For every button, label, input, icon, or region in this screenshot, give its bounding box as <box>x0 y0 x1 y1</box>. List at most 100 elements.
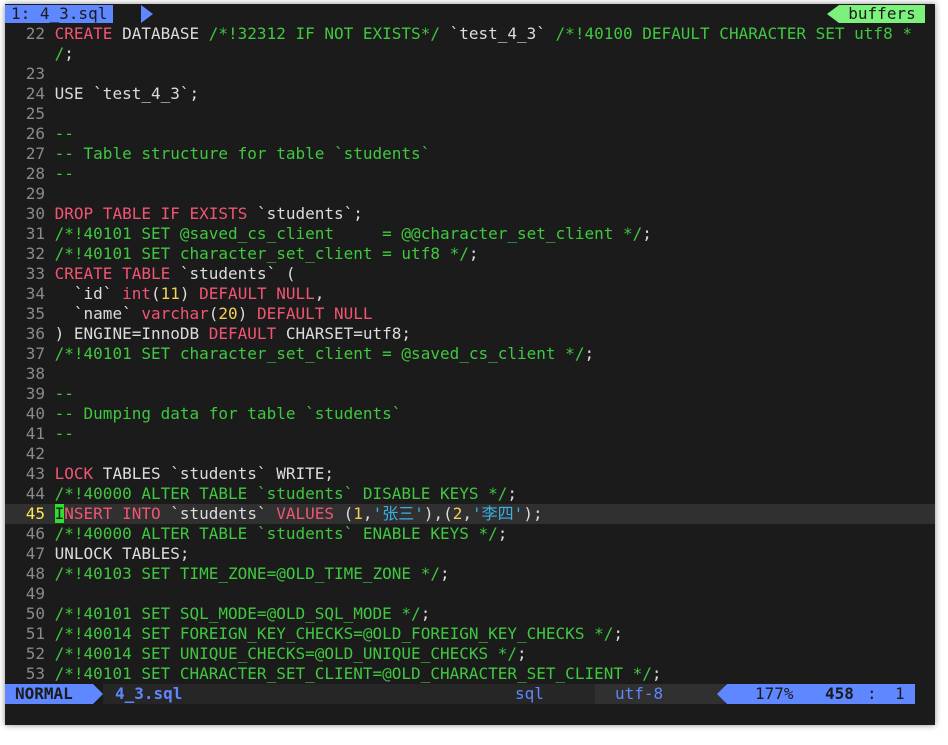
code-token: DATABASE <box>112 24 209 43</box>
code-token: DEFAULT <box>256 304 325 323</box>
code-line[interactable]: 31 /*!40101 SET @saved_cs_client = @@cha… <box>5 224 935 244</box>
mode-indicator: NORMAL <box>5 684 93 704</box>
code-token: ),( <box>423 504 453 523</box>
code-token: DEFAULT <box>208 324 277 343</box>
code-line[interactable]: 50 /*!40101 SET SQL_MODE=@OLD_SQL_MODE *… <box>5 604 935 624</box>
code-line[interactable]: 53 /*!40101 SET CHARACTER_SET_CLIENT=@OL… <box>5 664 935 684</box>
tab-separator-arrow <box>141 5 153 23</box>
code-line[interactable]: 34 `id` int(11) DEFAULT NULL, <box>5 284 935 304</box>
code-line[interactable]: 52 /*!40014 SET UNIQUE_CHECKS=@OLD_UNIQU… <box>5 644 935 664</box>
code-line[interactable]: 30 DROP TABLE IF EXISTS `students`; <box>5 204 935 224</box>
code-line[interactable]: 38 <box>5 364 935 384</box>
line-number: 38 <box>25 364 45 383</box>
line-number: 44 <box>25 484 45 503</box>
code-line[interactable]: 44 /*!40000 ALTER TABLE `students` DISAB… <box>5 484 935 504</box>
code-line[interactable]: 46 /*!40000 ALTER TABLE `students` ENABL… <box>5 524 935 544</box>
code-token: `test_4_3` <box>439 24 556 43</box>
code-token: , <box>314 284 325 303</box>
line-number: 53 <box>25 664 45 683</box>
code-line[interactable]: 35 `name` varchar(20) DEFAULT NULL <box>5 304 935 324</box>
code-token: /*!40014 SET FOREIGN_KEY_CHECKS=@OLD_FOR… <box>54 624 614 643</box>
code-line[interactable]: 47 UNLOCK TABLES; <box>5 544 935 564</box>
code-token: /*!40101 SET SQL_MODE=@OLD_SQL_MODE */ <box>54 604 421 623</box>
code-token: 1 <box>353 504 363 523</box>
code-line[interactable]: /; <box>5 44 935 64</box>
code-token: VALUES <box>276 504 335 523</box>
code-token: /*!40101 SET character_set_client = @sav… <box>54 344 585 363</box>
line-number: 24 <box>25 84 45 103</box>
code-line[interactable]: 23 <box>5 64 935 84</box>
code-token: DROP <box>54 204 94 223</box>
code-token: ) <box>237 304 257 323</box>
code-line[interactable]: 40 -- Dumping data for table `students` <box>5 404 935 424</box>
code-token: ; <box>439 564 450 583</box>
code-line[interactable]: 37 /*!40101 SET character_set_client = @… <box>5 344 935 364</box>
line-number: 51 <box>25 624 45 643</box>
code-token: ) <box>179 284 200 303</box>
line-number: 34 <box>25 284 45 303</box>
buffers-label[interactable]: buffers <box>839 5 925 23</box>
code-token: /*!40014 SET UNIQUE_CHECKS=@OLD_UNIQUE_C… <box>54 644 518 663</box>
code-line[interactable]: 32 /*!40101 SET character_set_client = u… <box>5 244 935 264</box>
code-line[interactable]: 27 -- Table structure for table `student… <box>5 144 935 164</box>
line-number: 47 <box>25 544 45 563</box>
code-token: int <box>122 284 151 303</box>
code-token: ( <box>150 284 161 303</box>
code-line[interactable]: 33 CREATE TABLE `students` ( <box>5 264 935 284</box>
code-line-current[interactable]: 45 INSERT INTO `students` VALUES (1,'张三'… <box>5 504 935 524</box>
code-line[interactable]: 41 -- <box>5 424 935 444</box>
line-number: 30 <box>25 204 45 223</box>
vim-window[interactable]: 1: 4_3.sql buffers 22 CREATE DATABASE /*… <box>5 4 935 725</box>
line-number: 39 <box>25 384 45 403</box>
code-token: ; <box>613 624 623 643</box>
line-number: 26 <box>25 124 45 143</box>
status-percent: 177% <box>755 684 794 703</box>
code-token: NULL <box>334 304 373 323</box>
code-line[interactable]: 28 -- <box>5 164 935 184</box>
code-token: EXISTS <box>189 204 248 223</box>
code-line[interactable]: 25 <box>5 104 935 124</box>
code-token: -- <box>54 424 74 443</box>
code-token: ; <box>507 484 518 503</box>
statusline: NORMAL 4_3.sql sql utf-8 177% 458 : 1 <box>5 684 935 704</box>
code-line[interactable]: 39 -- <box>5 384 935 404</box>
code-line[interactable]: 29 <box>5 184 935 204</box>
code-line[interactable]: 43 LOCK TABLES `students` WRITE; <box>5 464 935 484</box>
status-filename: 4_3.sql <box>115 684 183 703</box>
code-line[interactable]: 42 <box>5 444 935 464</box>
code-token: , <box>362 504 373 523</box>
code-token: '李四' <box>472 504 524 523</box>
code-token: 11 <box>160 284 180 303</box>
code-token: NULL <box>276 284 315 303</box>
code-line[interactable]: 24 USE `test_4_3`; <box>5 84 935 104</box>
code-token: -- Table structure for table `students` <box>54 144 431 163</box>
code-line[interactable]: 26 -- <box>5 124 935 144</box>
line-number: 33 <box>25 264 45 283</box>
line-number: 29 <box>25 184 45 203</box>
code-line[interactable]: 36 ) ENGINE=InnoDB DEFAULT CHARSET=utf8; <box>5 324 935 344</box>
line-number: 28 <box>25 164 45 183</box>
code-token: ); <box>523 504 543 523</box>
code-line[interactable]: 49 <box>5 584 935 604</box>
code-token: ; <box>497 524 508 543</box>
code-line[interactable]: 51 /*!40014 SET FOREIGN_KEY_CHECKS=@OLD_… <box>5 624 935 644</box>
status-colon: : <box>867 684 877 703</box>
code-token: ; <box>468 244 479 263</box>
status-column-number: 1 <box>895 684 905 703</box>
line-number: 23 <box>25 64 45 83</box>
code-token: / <box>54 44 65 63</box>
code-line[interactable]: 48 /*!40103 SET TIME_ZONE=@OLD_TIME_ZONE… <box>5 564 935 584</box>
tab-active-file[interactable]: 1: 4_3.sql <box>5 5 114 23</box>
code-token: CHARSET=utf8; <box>276 324 412 343</box>
code-token: ; <box>584 344 595 363</box>
code-token: `name` <box>54 304 142 323</box>
line-number: 36 <box>25 324 45 343</box>
code-line[interactable]: 22 CREATE DATABASE /*!32312 IF NOT EXIST… <box>5 24 935 44</box>
code-token: IF <box>160 204 180 223</box>
line-number: 31 <box>25 224 45 243</box>
